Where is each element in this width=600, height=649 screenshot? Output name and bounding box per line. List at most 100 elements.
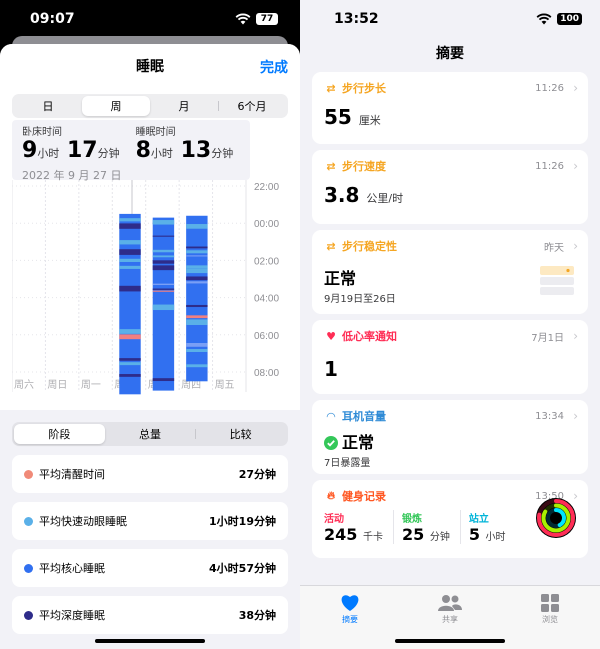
sleep-stage-segment	[186, 268, 208, 274]
card-fitness[interactable]: 🔥︎ 健身记录 13:50 › 活动 245 千卡 锻炼 25 分钟 站立 5 …	[312, 480, 588, 558]
sleep-stage-segment	[119, 218, 141, 222]
asleep-value: 8小时 13分钟	[135, 138, 234, 163]
sleep-screen: 09:07 77 睡眠 完成 日 周 月 6个月 卧床时间 9小时 17分钟 睡…	[0, 0, 300, 649]
sleep-summary: 卧床时间 9小时 17分钟 睡眠时间 8小时 13分钟 2022 年 9 月 2…	[12, 120, 250, 182]
deep-dot	[24, 610, 33, 620]
sleep-stage-segment	[119, 258, 141, 263]
sleep-stage-segment	[186, 265, 208, 269]
view-segmented-control: 阶段 总量 比较	[12, 422, 288, 446]
sleep-stage-segment	[152, 255, 175, 258]
battery-icon: 77	[256, 13, 278, 25]
card-headphone-audio[interactable]: ◠ 耳机音量 13:34 › 正常 7日暴露量	[312, 400, 588, 474]
sleep-stage-segment	[186, 364, 208, 368]
flame-icon: 🔥︎	[326, 489, 336, 502]
step-length-value: 55 厘米	[324, 105, 381, 129]
sleep-stage-segment	[119, 374, 141, 377]
card-walking-speed[interactable]: ⇄ 步行速度 11:26 › 3.8 公里/时	[312, 150, 588, 224]
fitness-stand: 站立 5 小时	[468, 514, 506, 544]
y-tick-label: 04:00	[254, 294, 279, 305]
y-tick-label: 08:00	[254, 368, 279, 379]
chevron-right-icon: ›	[573, 239, 578, 253]
steadiness-value: 正常	[324, 269, 357, 288]
ear-icon: ◠	[326, 409, 336, 423]
card-low-heart-rate[interactable]: ♥ 低心率通知 7月1日 › 1	[312, 320, 588, 394]
awake-dot	[24, 469, 33, 479]
status-bar: 13:52 100	[300, 0, 600, 38]
status-time: 13:52	[334, 11, 379, 27]
core-dot	[24, 563, 33, 573]
sleep-stage-segment	[119, 265, 141, 269]
sleep-stage-segment	[119, 329, 141, 334]
sleep-stage-segment	[152, 288, 175, 290]
x-tick-label: 周六	[14, 379, 34, 391]
walking-arrows-icon: ⇄	[326, 81, 336, 95]
range-segmented-control: 日 周 月 6个月	[12, 94, 288, 118]
sleep-stage-segment	[186, 255, 208, 257]
chevron-right-icon: ›	[573, 409, 578, 423]
wifi-icon	[536, 13, 552, 25]
heart-icon: ♥	[326, 329, 336, 343]
range-tab-month[interactable]: 月	[150, 96, 218, 116]
view-tab-compare[interactable]: 比较	[195, 424, 286, 444]
headphone-value: 正常	[324, 432, 576, 454]
sleep-stage-segment	[119, 334, 141, 340]
checkmark-circle-icon	[324, 436, 338, 450]
chevron-right-icon: ›	[573, 159, 578, 173]
summary-date: 2022 年 9 月 27 日	[22, 169, 122, 182]
page-title: 摘要	[436, 46, 464, 62]
home-indicator	[395, 639, 505, 643]
sleep-stage-segment	[186, 319, 208, 326]
view-tab-stages[interactable]: 阶段	[14, 424, 105, 444]
sleep-stage-segment	[152, 290, 175, 292]
sleep-stage-segment	[152, 220, 175, 225]
view-tab-amount[interactable]: 总量	[105, 424, 196, 444]
sleep-stage-segment	[186, 315, 208, 319]
sleep-stage-segment	[186, 276, 208, 281]
range-tab-6months[interactable]: 6个月	[218, 96, 286, 116]
sleep-stage-segment	[152, 265, 175, 271]
done-button[interactable]: 完成	[260, 57, 288, 77]
in-bed-value: 9小时 17分钟	[22, 138, 120, 163]
x-tick-label: 周日	[47, 379, 67, 391]
card-walking-step-length[interactable]: ⇄ 步行步长 11:26 › 55 厘米	[312, 72, 588, 144]
sleep-stage-segment	[152, 249, 175, 253]
heart-icon	[341, 595, 359, 611]
home-indicator	[95, 639, 205, 643]
in-bed-label: 卧床时间	[22, 127, 62, 138]
stage-awake-row[interactable]: 平均清醒时间 27分钟	[12, 455, 288, 493]
stage-rem-row[interactable]: 平均快速动眼睡眠 1小时19分钟	[12, 502, 288, 540]
card-walking-steadiness[interactable]: ⇄ 步行稳定性 昨天 › 正常 9月19日至26日	[312, 230, 588, 314]
summary-screen: 13:52 100 摘要 ⇄ 步行步长 11:26 › 55 厘米 ⇄ 步行速度…	[300, 0, 600, 649]
sleep-stage-segment	[186, 342, 208, 347]
sleep-bar	[152, 217, 175, 391]
sleep-stage-segment	[186, 281, 208, 284]
sleep-chart[interactable]: 22:0000:0002:0004:0006:0008:00周六周日周一周二周三…	[12, 180, 288, 408]
status-bar: 09:07 77	[0, 0, 300, 38]
sleep-stage-segment	[152, 283, 175, 286]
sleep-stage-segment	[152, 235, 175, 237]
tab-summary[interactable]: 摘要	[300, 594, 400, 649]
tab-browse[interactable]: 浏览	[500, 594, 600, 649]
walking-arrows-icon: ⇄	[326, 239, 336, 253]
x-tick-label: 周五	[215, 379, 235, 391]
sleep-stage-segment	[119, 240, 141, 245]
sleep-stage-segment	[119, 362, 141, 366]
range-tab-day[interactable]: 日	[14, 96, 82, 116]
walking-speed-value: 3.8 公里/时	[324, 183, 404, 207]
stage-deep-row[interactable]: 平均深度睡眠 38分钟	[12, 596, 288, 634]
sleep-stage-segment	[186, 246, 208, 249]
sleep-stage-segment	[119, 358, 141, 361]
stage-core-row[interactable]: 平均核心睡眠 4小时57分钟	[12, 549, 288, 587]
wifi-icon	[235, 13, 251, 25]
sleep-stage-segment	[119, 285, 141, 292]
y-tick-label: 22:00	[254, 182, 279, 193]
y-tick-label: 02:00	[254, 256, 279, 267]
y-tick-label: 00:00	[254, 219, 279, 230]
range-tab-week[interactable]: 周	[82, 96, 150, 116]
walking-arrows-icon: ⇄	[326, 159, 336, 173]
x-tick-label: 周一	[81, 379, 101, 391]
y-tick-label: 06:00	[254, 331, 279, 342]
steadiness-levels-icon	[540, 266, 574, 295]
sleep-stage-segment	[186, 224, 208, 229]
people-icon	[438, 595, 462, 611]
